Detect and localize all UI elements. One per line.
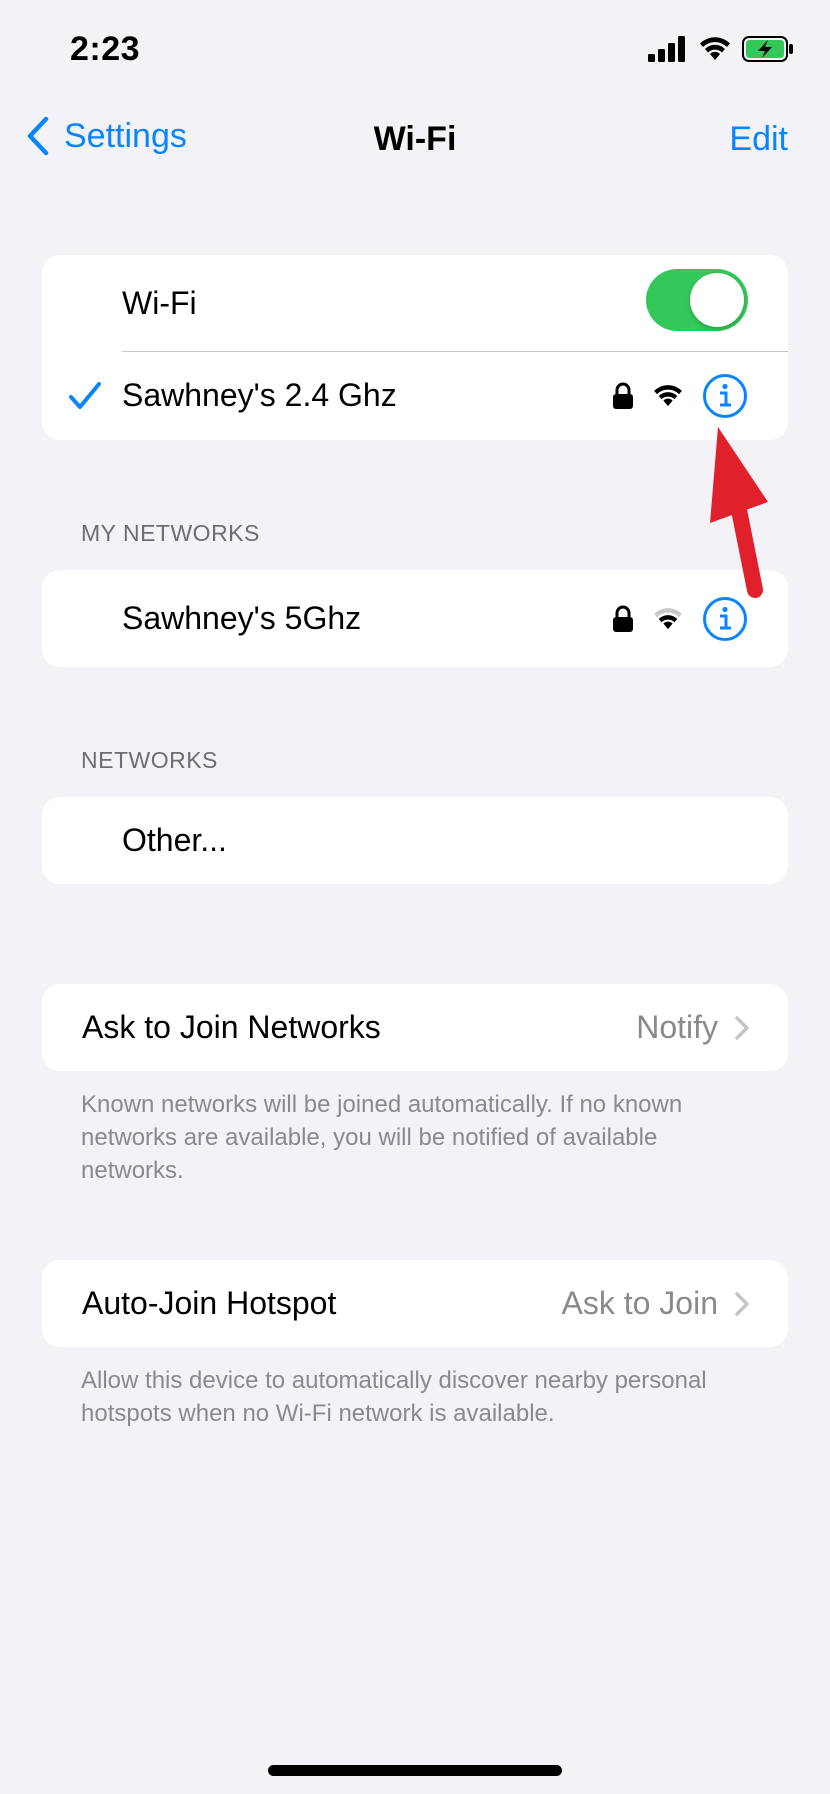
auto-join-hotspot-row[interactable]: Auto-Join Hotspot Ask to Join [42,1260,788,1347]
home-indicator [268,1765,562,1776]
lock-icon [613,605,633,632]
my-networks-card: Sawhney's 5Ghz [42,570,788,667]
chevron-right-icon [735,1291,749,1316]
wifi-toggle-label: Wi-Fi [122,284,197,321]
page-title: Wi-Fi [373,120,457,158]
networks-card: Other... [42,797,788,884]
chevron-right-icon [735,1015,749,1040]
battery-charging-icon [742,36,793,62]
status-time: 2:23 [70,30,141,68]
auto-join-hotspot-footnote: Allow this device to automatically disco… [81,1367,707,1427]
wifi-signal-icon [654,384,682,406]
status-icons [648,36,794,62]
networks-header: NETWORKS [81,747,218,773]
ask-to-join-card: Ask to Join Networks Notify [42,984,788,1071]
ask-to-join-row[interactable]: Ask to Join Networks Notify [42,984,788,1071]
toggle-knob [690,273,744,327]
cellular-signal-icon [648,36,685,62]
auto-join-hotspot-label: Auto-Join Hotspot [82,1285,337,1321]
navigation-bar: Settings Wi-Fi Edit [0,110,830,170]
ask-to-join-label: Ask to Join Networks [82,1009,381,1045]
connected-network-name: Sawhney's 2.4 Ghz [122,377,397,413]
auto-join-hotspot-value: Ask to Join [561,1285,718,1321]
lock-icon [613,382,633,409]
network-row[interactable]: Sawhney's 5Ghz [42,570,788,667]
info-icon[interactable] [702,373,748,419]
wifi-toggle-row: Wi-Fi [42,255,788,351]
network-name: Sawhney's 5Ghz [122,600,362,636]
edit-button[interactable]: Edit [729,120,788,159]
auto-join-hotspot-card: Auto-Join Hotspot Ask to Join [42,1260,788,1347]
status-bar: 2:23 [0,0,830,100]
my-networks-header: MY NETWORKS [81,520,260,546]
annotation-arrow-icon [710,427,768,598]
wifi-card: Wi-Fi Sawhney's 2.4 Ghz [42,255,788,440]
other-network-row[interactable]: Other... [42,797,788,884]
connected-network-row[interactable]: Sawhney's 2.4 Ghz [42,351,788,440]
ask-to-join-value: Notify [636,1009,718,1045]
wifi-status-icon [700,37,730,60]
wifi-toggle[interactable] [646,269,748,331]
checkmark-icon [69,382,101,409]
ask-to-join-footnote: Known networks will be joined automatica… [81,1091,683,1184]
other-network-label: Other... [122,822,227,858]
wifi-signal-icon [654,607,682,629]
